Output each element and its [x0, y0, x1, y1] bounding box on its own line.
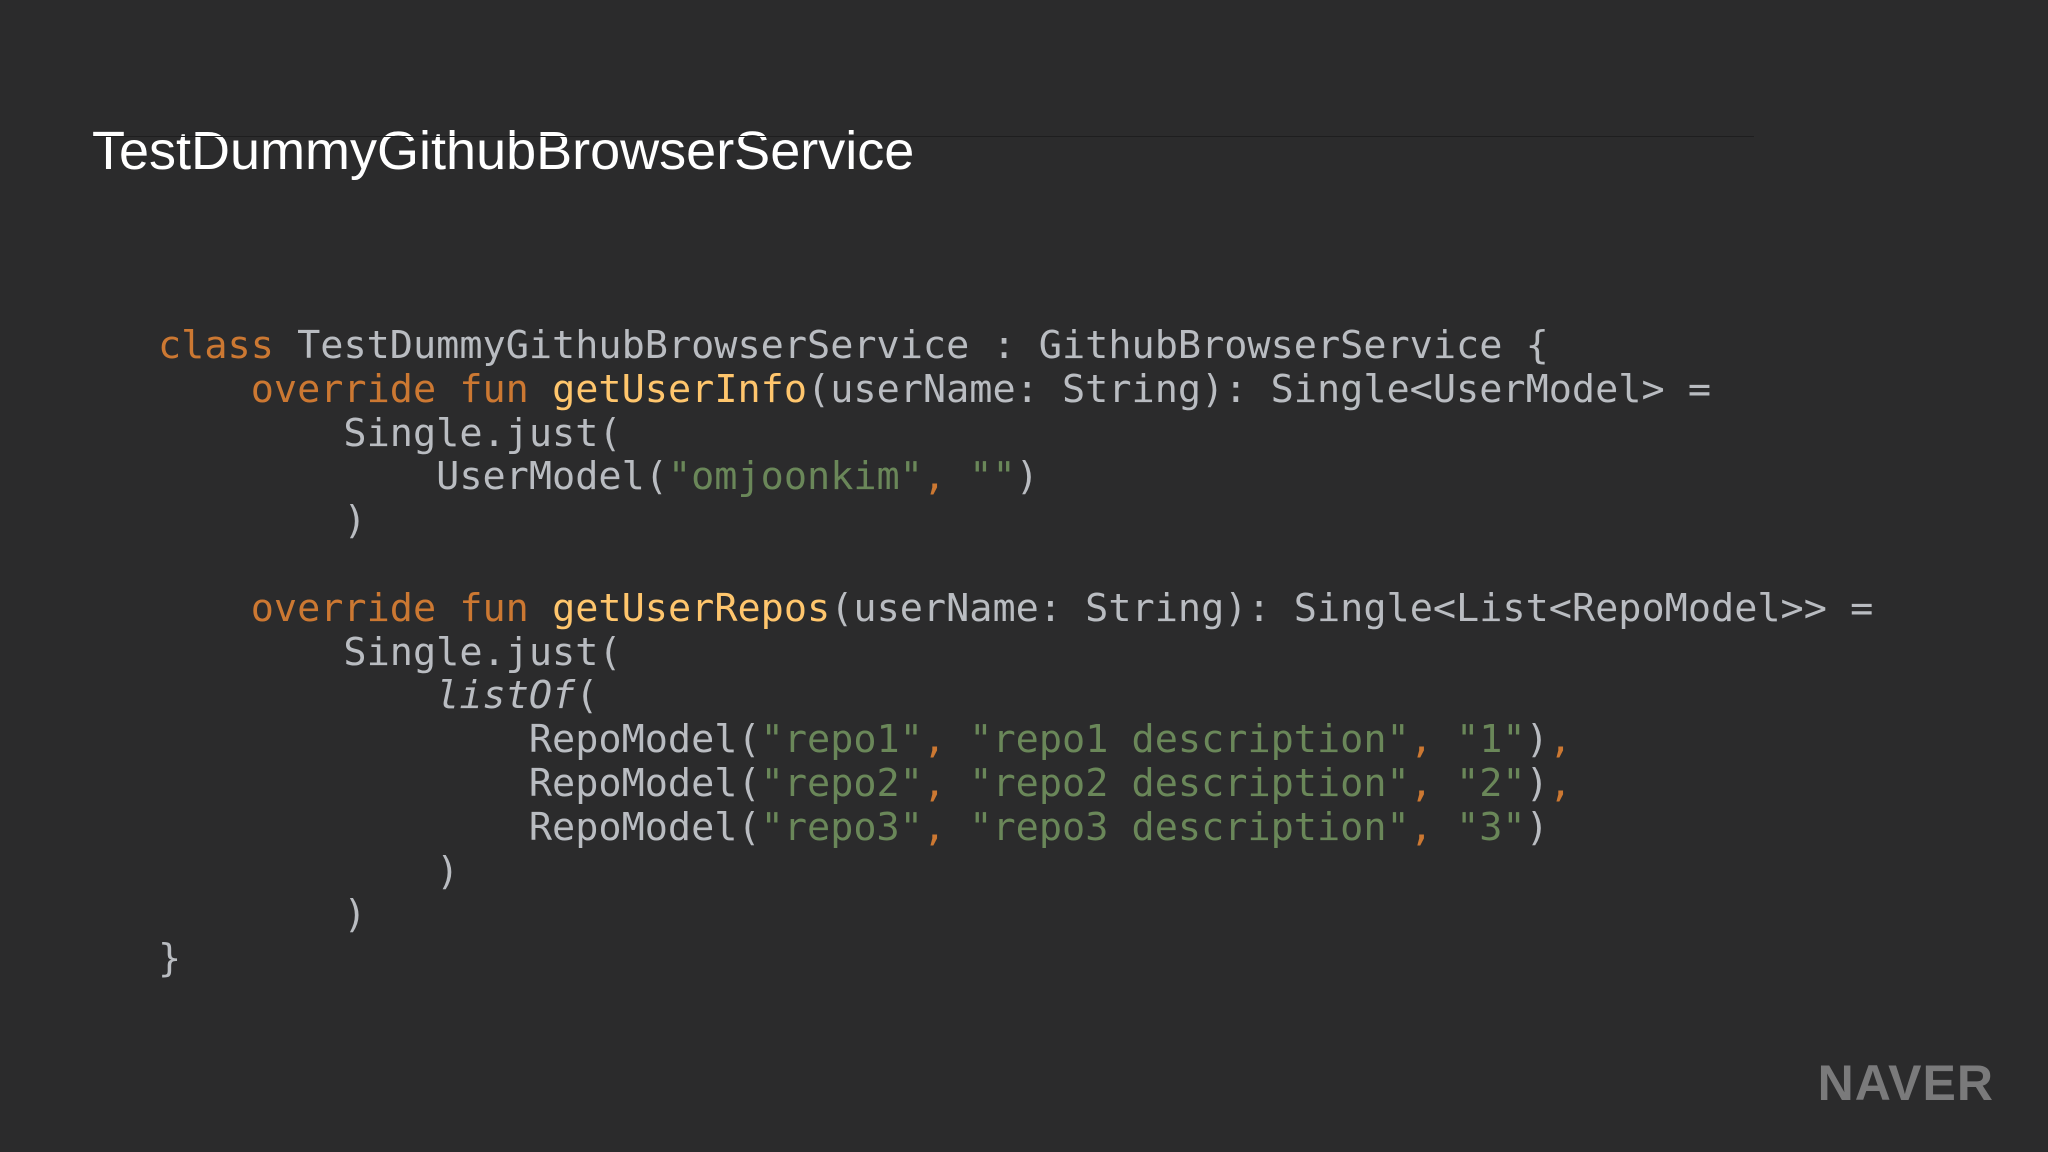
- code-token: ,: [922, 804, 947, 850]
- code-token: getUserInfo: [552, 366, 808, 412]
- code-token: override fun: [250, 366, 529, 412]
- code-token: ,: [922, 454, 947, 500]
- title-divider: [92, 136, 1754, 137]
- code-line: override fun getUserInfo(userName: Strin…: [158, 366, 1873, 412]
- code-token: ): [1525, 717, 1549, 763]
- code-token: override fun: [250, 585, 529, 631]
- code-line: }: [158, 937, 1873, 981]
- code-line: RepoModel("repo1", "repo1 description", …: [158, 718, 1873, 762]
- code-token: }: [158, 936, 182, 982]
- code-token: ,: [1409, 717, 1433, 763]
- code-line: override fun getUserRepos(userName: Stri…: [158, 585, 1874, 631]
- code-token: ,: [1409, 760, 1433, 806]
- code-token: ): [158, 848, 460, 894]
- code-line: ): [158, 893, 1873, 937]
- code-token: class: [158, 323, 274, 368]
- code-token: "repo2 description": [969, 760, 1410, 806]
- code-token: ,: [1548, 717, 1572, 763]
- code-line: Single.just(: [158, 410, 1873, 456]
- code-token: "": [969, 454, 1016, 500]
- code-token: ,: [1409, 804, 1433, 850]
- code-token: Single.just(: [158, 410, 622, 456]
- code-token: ): [1525, 804, 1549, 850]
- code-line: Single.just(: [158, 629, 1873, 675]
- slide-title: TestDummyGithubBrowserService: [92, 121, 915, 181]
- code-token: Single.just(: [158, 629, 622, 675]
- code-line: ): [158, 499, 1873, 543]
- code-token: "repo1 description": [969, 717, 1410, 763]
- code-line: RepoModel("repo2", "repo2 description", …: [158, 762, 1873, 806]
- code-snippet: class TestDummyGithubBrowserService : Gi…: [158, 324, 1873, 981]
- code-token: ): [1015, 454, 1039, 500]
- code-line: UserModel("omjoonkim", ""): [158, 455, 1873, 499]
- code-token: UserModel(: [158, 454, 668, 500]
- code-token: listOf: [436, 673, 576, 719]
- code-token: RepoModel(: [158, 717, 761, 763]
- code-line: ): [158, 848, 1873, 894]
- code-token: "3": [1456, 804, 1526, 850]
- code-token: "2": [1456, 760, 1526, 806]
- code-line: class TestDummyGithubBrowserService : Gi…: [158, 324, 1873, 368]
- code-token: ,: [1548, 760, 1572, 806]
- code-token: RepoModel(: [158, 760, 761, 806]
- code-token: ): [1525, 760, 1549, 806]
- code-token: (: [575, 673, 599, 719]
- code-token: "repo3": [760, 804, 923, 850]
- code-token: (userName: String): Single<UserModel> =: [807, 366, 1712, 412]
- code-token: "omjoonkim": [667, 454, 923, 500]
- code-line: RepoModel("repo3", "repo3 description", …: [158, 804, 1873, 850]
- code-token: TestDummyGithubBrowserService : GithubBr…: [273, 323, 1549, 368]
- code-token: getUserRepos: [552, 585, 831, 631]
- code-token: (userName: String): Single<List<RepoMode…: [830, 585, 1874, 631]
- code-token: "repo2": [760, 760, 923, 806]
- code-token: RepoModel(: [158, 804, 761, 850]
- code-token: ,: [922, 717, 947, 763]
- code-token: ,: [922, 760, 947, 806]
- code-token: ): [158, 498, 367, 544]
- code-token: "repo1": [760, 717, 923, 763]
- naver-logo: NAVER: [1817, 1055, 1994, 1111]
- code-token: "1": [1456, 717, 1526, 763]
- code-token: "repo3 description": [969, 804, 1410, 850]
- code-line: listOf(: [158, 674, 1873, 718]
- code-token: ): [158, 892, 367, 938]
